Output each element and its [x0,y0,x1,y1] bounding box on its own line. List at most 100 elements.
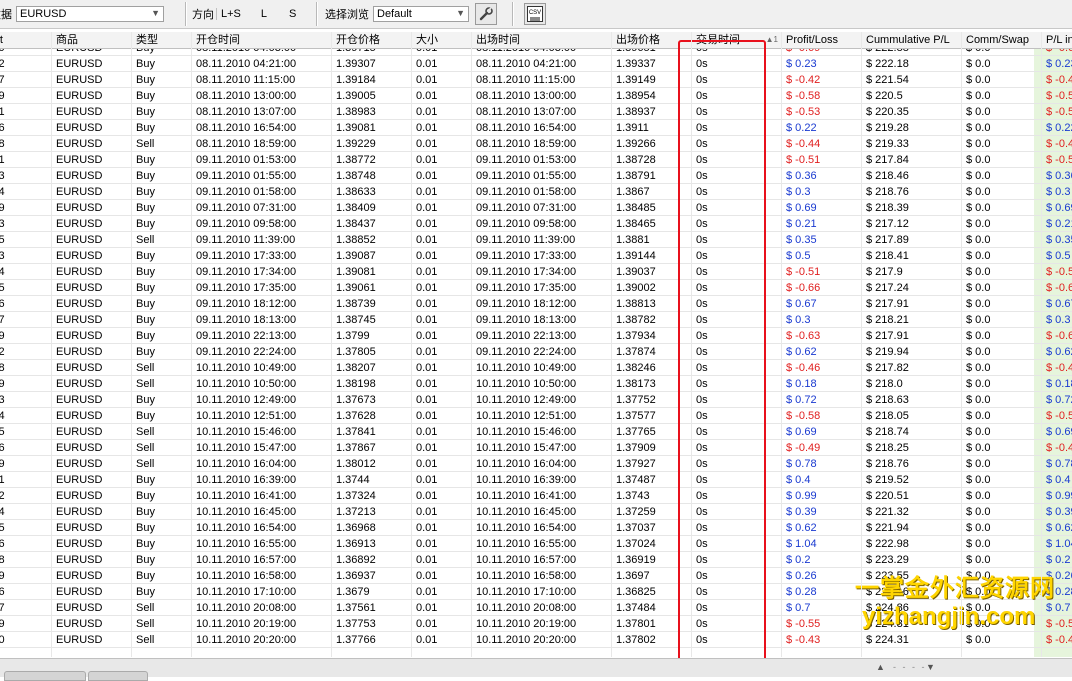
table-row[interactable]: 50696 EURUSD Buy 09.11.2010 18:12:00 1.38739… [0,296,1072,312]
cell-comm-swap: $ 0.0 [966,90,991,102]
view-select[interactable]: Default ▼ [373,6,469,22]
cell-ticket: 50693 [0,250,5,262]
scroll-down-icon[interactable]: ▼ [926,662,935,672]
table-row[interactable]: 50724 EURUSD Buy 10.11.2010 16:45:00 1.37213… [0,504,1072,520]
column-header-type[interactable]: 类型 [132,32,192,48]
cell-symbol: EURUSD [56,394,103,406]
cell-symbol: EURUSD [56,218,103,230]
cell-ticket: 50685 [0,234,5,246]
cell-size: 0.01 [416,410,438,422]
column-header-cumulative-pl[interactable]: Cummulative P/L [862,32,962,48]
cell-pl-money: $ 0.72 [1046,394,1072,406]
cell-symbol: EURUSD [56,154,103,166]
column-header-pl-money[interactable]: P/L in money [1042,32,1072,48]
table-row[interactable]: 50674 EURUSD Buy 09.11.2010 01:58:00 1.38633… [0,184,1072,200]
cell-symbol: EURUSD [56,58,103,70]
direction-option-short[interactable]: S [285,8,300,20]
table-row[interactable]: 50694 EURUSD Buy 09.11.2010 17:34:00 1.39081… [0,264,1072,280]
column-header-open-time[interactable]: 开仓时间 [192,32,332,48]
table-row[interactable]: 50713 EURUSD Buy 10.11.2010 12:49:00 1.37673… [0,392,1072,408]
cell-symbol: EURUSD [56,378,103,390]
table-row[interactable]: 50721 EURUSD Buy 10.11.2010 16:39:00 1.3744 0… [0,472,1072,488]
settings-tool-button[interactable] [475,3,497,25]
cell-symbol: EURUSD [56,346,103,358]
cell-open-price: 1.37766 [336,634,376,646]
table-row[interactable]: 50726 EURUSD Buy 10.11.2010 16:55:00 1.36913… [0,536,1072,552]
table-row[interactable]: 50679 EURUSD Buy 09.11.2010 07:31:00 1.38409… [0,200,1072,216]
cell-comm-swap: $ 0.0 [966,330,991,342]
cell-symbol: EURUSD [56,442,103,454]
cell-pl-money: $ -0.53 [1046,106,1072,118]
cell-exit-time: 09.11.2010 17:35:00 [476,282,577,294]
cell-symbol: EURUSD [56,298,103,310]
cell-comm-swap: $ 0.0 [966,346,991,358]
table-row[interactable]: 50666 EURUSD Buy 08.11.2010 16:54:00 1.39081… [0,120,1072,136]
table-row[interactable]: 50668 EURUSD Sell 08.11.2010 18:59:00 1.3922… [0,136,1072,152]
cell-exit-time: 10.11.2010 20:19:00 [476,618,577,630]
column-header-size[interactable]: 大小 [412,32,472,48]
table-row[interactable]: 50728 EURUSD Buy 10.11.2010 16:57:00 1.36892… [0,552,1072,568]
table-row[interactable]: 50714 EURUSD Buy 10.11.2010 12:51:00 1.37628… [0,408,1072,424]
column-header-profit-loss[interactable]: Profit/Loss [782,32,862,48]
table-row[interactable]: 50657 EURUSD Buy 08.11.2010 11:15:00 1.39184… [0,72,1072,88]
view-label: 选择浏览 [325,9,369,21]
symbol-select[interactable]: EURUSD ▼ [16,6,164,22]
watermark-url: yizhangjin.com [862,603,1036,630]
cell-profit-loss: $ 0.36 [786,170,817,182]
trade-table-body[interactable]: 50650 EURUSD Buy 08.11.2010 04:03:00 1.39715… [0,49,1072,657]
cell-comm-swap: $ 0.0 [966,202,991,214]
table-row[interactable]: 50719 EURUSD Sell 10.11.2010 16:04:00 1.3801… [0,456,1072,472]
direction-option-long[interactable]: L [257,8,271,20]
table-row[interactable]: 50693 EURUSD Buy 09.11.2010 17:33:00 1.39087… [0,248,1072,264]
table-row[interactable]: 50695 EURUSD Buy 09.11.2010 17:35:00 1.39061… [0,280,1072,296]
export-csv-button[interactable]: CSV [524,3,546,25]
table-row[interactable]: 50661 EURUSD Buy 08.11.2010 13:07:00 1.38983… [0,104,1072,120]
table-row[interactable]: 50659 EURUSD Buy 08.11.2010 13:00:00 1.39005… [0,88,1072,104]
cell-open-time: 09.11.2010 09:58:00 [196,218,297,230]
horizontal-scrollbar[interactable]: ▲ - - - - ▼ [0,658,1072,681]
table-row[interactable]: 50702 EURUSD Buy 09.11.2010 22:24:00 1.37805… [0,344,1072,360]
table-row[interactable]: 50673 EURUSD Buy 09.11.2010 01:55:00 1.38748… [0,168,1072,184]
cell-comm-swap: $ 0.0 [966,474,991,486]
sheet-tab[interactable] [88,671,148,681]
column-header-open-price[interactable]: 开仓价格 [332,32,412,48]
table-row[interactable]: 50715 EURUSD Sell 10.11.2010 15:46:00 1.3784… [0,424,1072,440]
table-row[interactable]: 50683 EURUSD Buy 09.11.2010 09:58:00 1.38437… [0,216,1072,232]
table-row[interactable]: 50740 EURUSD Sell 10.11.2010 20:20:00 1.3776… [0,632,1072,648]
column-header-symbol[interactable]: 商品 [52,32,132,48]
cell-ticket: 50724 [0,506,5,518]
column-header-exit-time[interactable]: 出场时间 [472,32,612,48]
cell-ticket: 50737 [0,602,5,614]
cell-type: Buy [136,570,155,582]
table-row[interactable]: 50650 EURUSD Buy 08.11.2010 04:03:00 1.39715… [0,49,1072,56]
table-row[interactable]: 50709 EURUSD Sell 10.11.2010 10:50:00 1.3819… [0,376,1072,392]
cell-profit-loss: $ 0.62 [786,346,817,358]
scroll-up-icon[interactable]: ▲ [876,662,885,672]
table-row[interactable]: 50671 EURUSD Buy 09.11.2010 01:53:00 1.38772… [0,152,1072,168]
cell-profit-loss: $ -0.51 [786,266,821,278]
table-row[interactable]: 50722 EURUSD Buy 10.11.2010 16:41:00 1.37324… [0,488,1072,504]
cell-open-time: 09.11.2010 22:24:00 [196,346,297,358]
cell-exit-time: 10.11.2010 16:45:00 [476,506,577,518]
cell-comm-swap: $ 0.0 [966,266,991,278]
cell-type: Sell [136,234,155,246]
cell-cumulative-pl: $ 218.39 [866,202,909,214]
table-row[interactable]: 50716 EURUSD Sell 10.11.2010 15:47:00 1.3786… [0,440,1072,456]
column-header-comm-swap[interactable]: Comm/Swap [962,32,1042,48]
table-row[interactable]: 50697 EURUSD Buy 09.11.2010 18:13:00 1.38745… [0,312,1072,328]
cell-exit-time: 08.11.2010 04:21:00 [476,58,577,70]
cell-open-price: 1.36892 [336,554,376,566]
table-row[interactable]: 50708 EURUSD Sell 10.11.2010 10:49:00 1.3820… [0,360,1072,376]
cell-profit-loss: $ -0.53 [786,106,821,118]
table-row[interactable]: 50685 EURUSD Sell 09.11.2010 11:39:00 1.3885… [0,232,1072,248]
table-row[interactable]: 50699 EURUSD Buy 09.11.2010 22:13:00 1.3799 0… [0,328,1072,344]
cell-type: Buy [136,394,155,406]
table-row[interactable]: 50652 EURUSD Buy 08.11.2010 04:21:00 1.39307… [0,56,1072,72]
sheet-tab[interactable] [4,671,86,681]
cell-open-time: 10.11.2010 16:45:00 [196,506,297,518]
cell-open-price: 1.38012 [336,458,376,470]
direction-option-both[interactable]: L+S [216,8,245,20]
cell-exit-time: 10.11.2010 20:20:00 [476,634,577,646]
column-header-ticket[interactable]: Ticket [0,32,52,48]
table-row[interactable]: 50725 EURUSD Buy 10.11.2010 16:54:00 1.36968… [0,520,1072,536]
